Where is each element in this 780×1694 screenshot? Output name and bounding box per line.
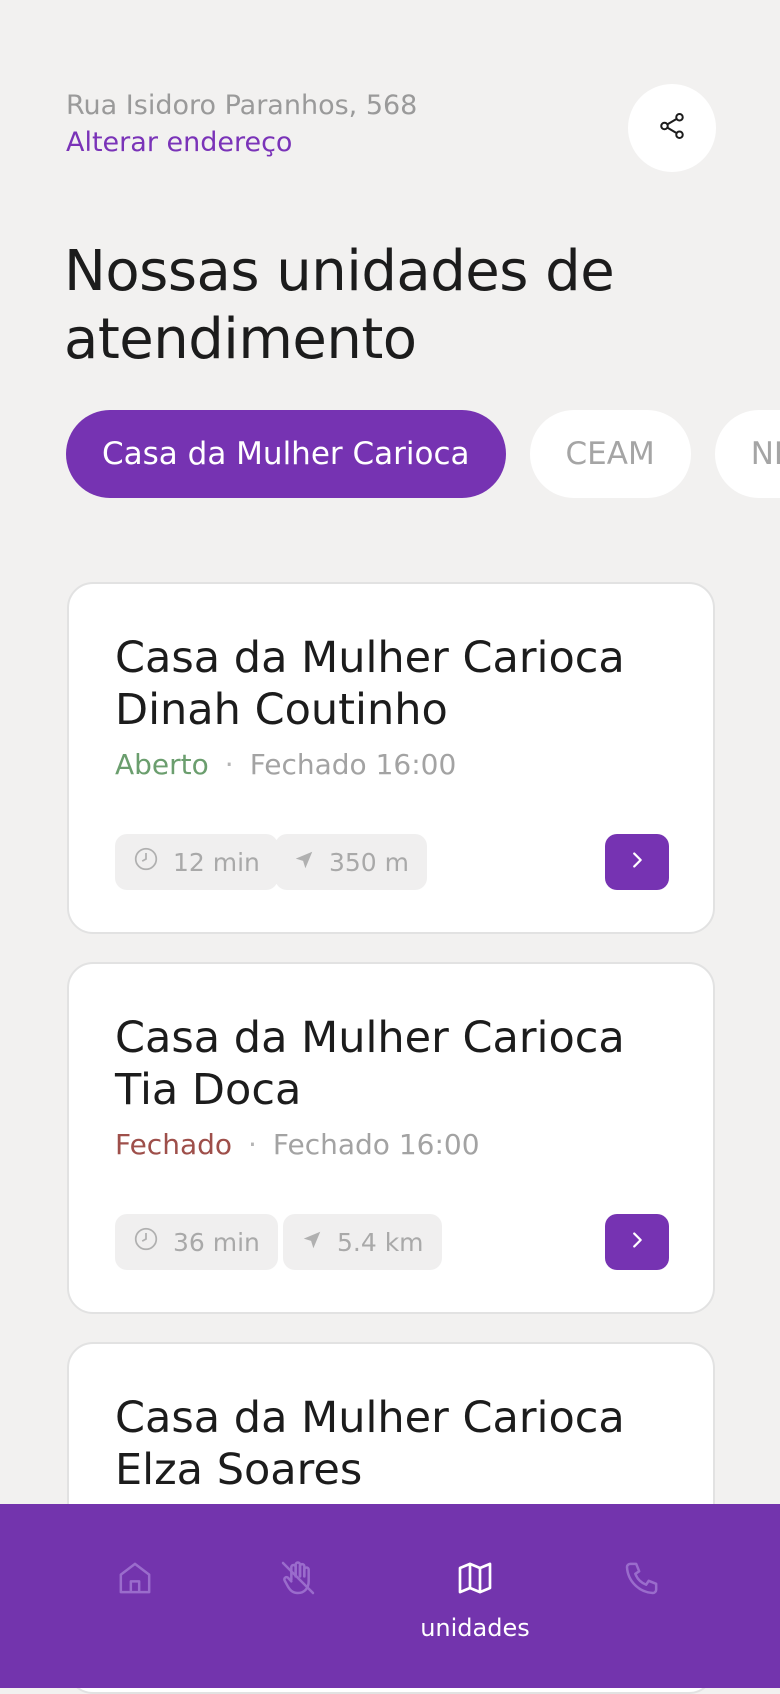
closing-time: Fechado 16:00: [272, 1128, 480, 1161]
share-icon: [657, 111, 687, 145]
chevron-right-icon: [626, 1229, 648, 1255]
current-address: Rua Isidoro Paranhos, 568: [66, 90, 418, 121]
nav-unidades[interactable]: unidades: [415, 1558, 535, 1642]
closing-time: Fechado 16:00: [249, 748, 457, 781]
status-open-label: Aberto: [115, 748, 209, 781]
status-separator: ·: [248, 1128, 257, 1161]
nav-unidades-label: unidades: [420, 1614, 530, 1642]
header: Rua Isidoro Paranhos, 568 Alterar endere…: [66, 88, 626, 160]
travel-time: 36 min: [173, 1227, 260, 1257]
open-unit-button[interactable]: [605, 1214, 669, 1270]
distance-badge: 5.4 km: [283, 1214, 442, 1270]
travel-time: 12 min: [173, 847, 260, 877]
distance: 350 m: [329, 847, 410, 877]
unit-name: Casa da Mulher Carioca Elza Soares: [115, 1393, 625, 1495]
travel-time-badge: 36 min: [115, 1214, 278, 1270]
filter-chip-ceam[interactable]: CEAM: [529, 410, 691, 498]
unit-name: Casa da Mulher Carioca Dinah Coutinho: [115, 633, 625, 735]
location-arrow-icon: [301, 1228, 337, 1257]
unit-card[interactable]: Casa da Mulher Carioca Dinah Coutinho Ab…: [67, 582, 715, 934]
map-icon: [455, 1558, 495, 1602]
unit-name: Casa da Mulher Carioca Tia Doca: [115, 1013, 625, 1115]
status-closed-label: Fechado: [115, 1128, 233, 1161]
hand-icon: [278, 1558, 318, 1602]
unit-type-filters: Casa da Mulher Carioca CEAM NEAM: [66, 410, 780, 498]
share-button[interactable]: [628, 84, 716, 172]
distance-badge: 350 m: [275, 834, 428, 890]
filter-chip-neam[interactable]: NEAM: [714, 410, 780, 498]
distance: 5.4 km: [337, 1227, 424, 1257]
clock-icon: [133, 846, 173, 878]
open-unit-button[interactable]: [605, 834, 669, 890]
bottom-navigation: unidades: [0, 1504, 780, 1688]
travel-time-badge: 12 min: [115, 834, 278, 890]
filter-chip-casa-da-mulher-carioca[interactable]: Casa da Mulher Carioca: [66, 410, 506, 498]
unit-status: Fechado · Fechado 16:00: [115, 1128, 480, 1162]
phone-icon: [622, 1558, 662, 1602]
nav-home[interactable]: [75, 1558, 195, 1602]
unit-status: Aberto · Fechado 16:00: [115, 748, 456, 782]
nav-help[interactable]: [238, 1558, 358, 1602]
nav-phone[interactable]: [582, 1558, 702, 1602]
status-separator: ·: [224, 748, 234, 781]
clock-icon: [133, 1226, 173, 1258]
unit-card[interactable]: Casa da Mulher Carioca Tia Doca Fechado ·…: [67, 962, 715, 1314]
chevron-right-icon: [626, 849, 648, 875]
page-title: Nossas unidades de atendimento: [64, 239, 615, 372]
location-arrow-icon: [293, 848, 329, 877]
home-icon: [115, 1558, 155, 1602]
change-address-link[interactable]: Alterar endereço: [66, 125, 626, 160]
